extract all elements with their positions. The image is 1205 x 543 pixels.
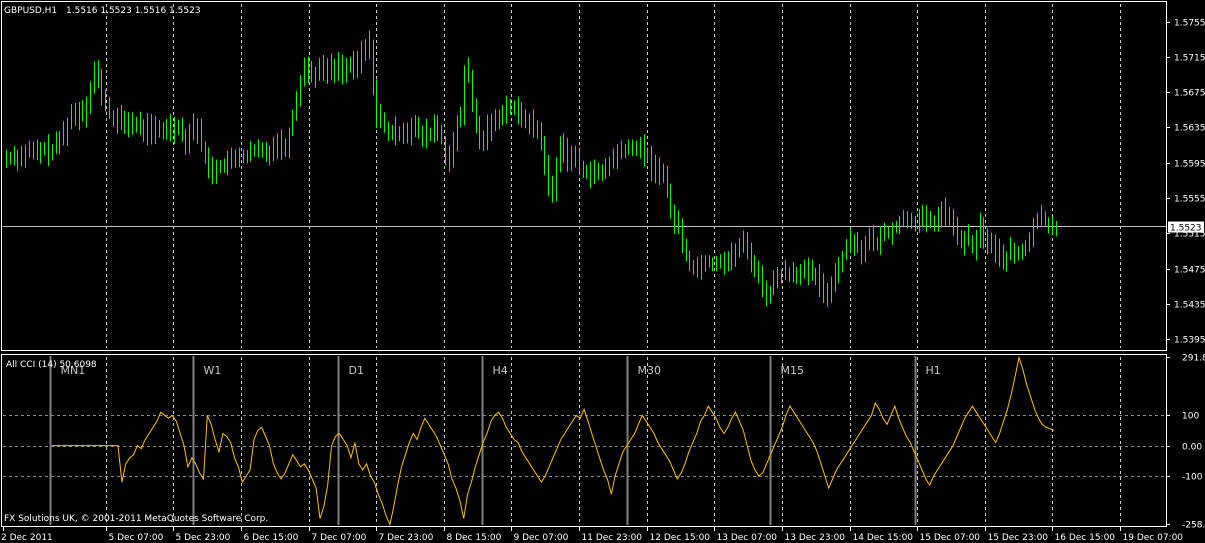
copyright-label: FX Solutions UK, © 2001-2011 MetaQuotes … <box>4 514 268 524</box>
time-tick-label: 19 Dec 07:00 <box>1123 533 1184 543</box>
timeframe-label: M30 <box>638 364 662 377</box>
price-tick-label: 1.5395 <box>1174 336 1205 346</box>
time-tick-label: 16 Dec 15:00 <box>1055 533 1116 543</box>
price-tick-label: 1.5635 <box>1174 124 1205 134</box>
cci-title-label: All CCI (14) 50.6098 <box>6 360 97 370</box>
time-tick-label: 15 Dec 07:00 <box>920 533 981 543</box>
price-tick-label: 1.5475 <box>1174 266 1205 276</box>
price-tick-label: 1.5755 <box>1174 19 1205 29</box>
mt4-chart: GBPUSD,H1 1.5516 1.5523 1.5516 1.5523 1.… <box>0 0 1205 543</box>
last-price-tag: 1.5523 <box>1168 221 1204 234</box>
cci-tick-label: -258.104 <box>1182 521 1205 531</box>
timeframe-label: W1 <box>204 364 222 377</box>
time-tick-label: 13 Dec 23:00 <box>785 533 846 543</box>
time-tick-label: 5 Dec 07:00 <box>109 533 164 543</box>
timeframe-label: M15 <box>781 364 805 377</box>
time-tick-label: 7 Dec 23:00 <box>379 533 434 543</box>
price-tick-label: 1.5675 <box>1174 89 1205 99</box>
time-tick-label: 11 Dec 23:00 <box>582 533 643 543</box>
chart-symbol-label: GBPUSD,H1 <box>4 6 57 16</box>
timeframe-label: H4 <box>493 364 508 377</box>
time-tick-label: 14 Dec 15:00 <box>853 533 914 543</box>
price-tick-label: 1.5595 <box>1174 160 1205 170</box>
time-tick-label: 6 Dec 15:00 <box>244 533 299 543</box>
cci-tick-label: 0.00 <box>1182 443 1202 453</box>
cci-tick-label: 291.8565 <box>1182 354 1205 364</box>
timeframe-label: H1 <box>926 364 941 377</box>
time-tick-label: 5 Dec 23:00 <box>176 533 231 543</box>
last-price-label: 1.5523 <box>1170 224 1202 234</box>
time-tick-label: 15 Dec 23:00 <box>988 533 1049 543</box>
cci-tick-label: -100 <box>1182 473 1203 483</box>
chart-ohlc-label: 1.5516 1.5523 1.5516 1.5523 <box>66 6 201 16</box>
time-tick-label: 13 Dec 07:00 <box>717 533 778 543</box>
timeframe-label: D1 <box>349 364 364 377</box>
time-tick-label: 8 Dec 15:00 <box>447 533 502 543</box>
cci-tick-label: 100 <box>1182 412 1199 422</box>
chart-background <box>0 0 1205 543</box>
time-tick-label: 7 Dec 07:00 <box>312 533 367 543</box>
time-tick-label: 2 Dec 2011 <box>1 533 53 543</box>
time-tick-label: 12 Dec 15:00 <box>650 533 711 543</box>
price-tick-label: 1.5555 <box>1174 195 1205 205</box>
time-tick-label: 9 Dec 07:00 <box>514 533 569 543</box>
price-tick-label: 1.5435 <box>1174 301 1205 311</box>
price-tick-label: 1.5715 <box>1174 54 1205 64</box>
